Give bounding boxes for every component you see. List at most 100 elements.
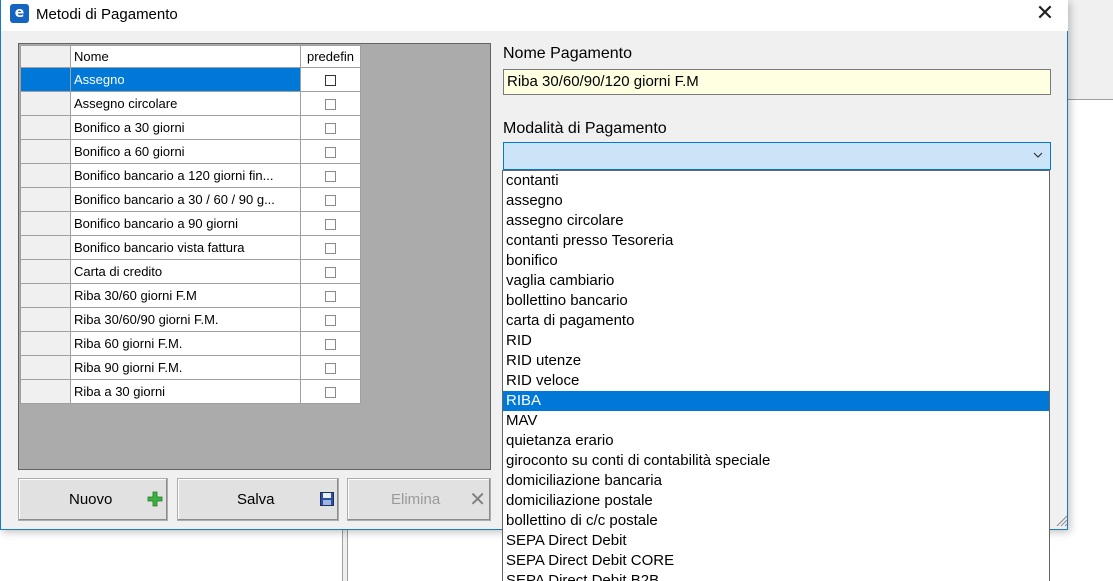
row-header[interactable] [20, 163, 71, 188]
default-checkbox[interactable] [325, 171, 336, 183]
default-checkbox[interactable] [325, 75, 336, 87]
dropdown-option[interactable]: RIBA [503, 391, 1049, 411]
default-checkbox[interactable] [325, 387, 336, 399]
close-button[interactable]: ✕ [1022, 0, 1068, 30]
payment-name-cell[interactable]: Riba 90 giorni F.M. [70, 355, 301, 380]
row-header[interactable] [20, 91, 71, 116]
payment-name-cell[interactable]: Bonifico a 60 giorni [70, 139, 301, 164]
table-row[interactable]: Bonifico bancario a 30 / 60 / 90 g... [20, 187, 361, 212]
dropdown-option[interactable]: bonifico [503, 251, 1049, 271]
payment-name-cell[interactable]: Riba 30/60 giorni F.M [70, 283, 301, 308]
payment-name-cell[interactable]: Bonifico bancario a 120 giorni fin... [70, 163, 301, 188]
payment-name-cell[interactable]: Bonifico bancario vista fattura [70, 235, 301, 260]
dropdown-option[interactable]: RID [503, 331, 1049, 351]
default-cell [300, 307, 361, 332]
default-checkbox[interactable] [325, 267, 336, 279]
row-header[interactable] [20, 307, 71, 332]
payment-name-cell[interactable]: Riba a 30 giorni [70, 379, 301, 404]
column-header-predefinito[interactable]: predefin [300, 45, 361, 68]
background-toolbar [1068, 0, 1113, 100]
default-cell [300, 283, 361, 308]
x-icon: ✕ [469, 487, 486, 511]
payment-name-input[interactable]: Riba 30/60/90/120 giorni F.M [503, 69, 1051, 95]
row-header[interactable] [20, 139, 71, 164]
dropdown-option[interactable]: SEPA Direct Debit B2B [503, 571, 1049, 581]
default-checkbox[interactable] [325, 147, 336, 159]
dropdown-option[interactable]: giroconto su conti di contabilità specia… [503, 451, 1049, 471]
dropdown-option[interactable]: SEPA Direct Debit CORE [503, 551, 1049, 571]
row-header[interactable] [20, 259, 71, 284]
dropdown-option[interactable]: RID veloce [503, 371, 1049, 391]
row-header[interactable] [20, 67, 71, 92]
default-checkbox[interactable] [325, 123, 336, 135]
table-row[interactable]: Bonifico a 60 giorni [20, 139, 361, 164]
table-row[interactable]: Carta di credito [20, 259, 361, 284]
default-cell [300, 235, 361, 260]
dropdown-option[interactable]: domiciliazione bancaria [503, 471, 1049, 491]
new-button[interactable]: Nuovo [18, 478, 168, 521]
payment-name-cell[interactable]: Carta di credito [70, 259, 301, 284]
dropdown-option[interactable]: RID utenze [503, 351, 1049, 371]
resize-grip-icon[interactable] [1054, 513, 1068, 527]
row-header[interactable] [20, 379, 71, 404]
payment-name-cell[interactable]: Bonifico a 30 giorni [70, 115, 301, 140]
dropdown-option[interactable]: contanti presso Tesoreria [503, 231, 1049, 251]
dropdown-option[interactable]: contanti [503, 171, 1049, 191]
table-row[interactable]: Bonifico bancario a 120 giorni fin... [20, 163, 361, 188]
column-header-nome[interactable]: Nome [70, 45, 301, 68]
payment-name-cell[interactable]: Bonifico bancario a 30 / 60 / 90 g... [70, 187, 301, 212]
dropdown-option[interactable]: SEPA Direct Debit [503, 531, 1049, 551]
default-cell [300, 379, 361, 404]
row-header[interactable] [20, 235, 71, 260]
payment-name-cell[interactable]: Assegno circolare [70, 91, 301, 116]
payment-mode-dropdown-list: contanti assegno assegno circolare contanti… [502, 170, 1050, 581]
row-header-corner[interactable] [20, 45, 71, 68]
title-bar[interactable]: e Metodi di Pagamento ✕ [1, 0, 1068, 31]
default-cell [300, 355, 361, 380]
default-checkbox[interactable] [325, 291, 336, 303]
default-checkbox[interactable] [325, 243, 336, 255]
default-checkbox[interactable] [325, 99, 336, 111]
table-row[interactable]: Riba 60 giorni F.M. [20, 331, 361, 356]
dropdown-option[interactable]: assegno [503, 191, 1049, 211]
row-header[interactable] [20, 331, 71, 356]
table-row[interactable]: Riba a 30 giorni [20, 379, 361, 404]
row-header[interactable] [20, 187, 71, 212]
default-checkbox[interactable] [325, 195, 336, 207]
table-row[interactable]: Bonifico a 30 giorni [20, 115, 361, 140]
dropdown-option[interactable]: MAV [503, 411, 1049, 431]
row-header[interactable] [20, 115, 71, 140]
table-row[interactable]: Bonifico bancario a 90 giorni [20, 211, 361, 236]
default-cell [300, 259, 361, 284]
table-row[interactable]: Riba 30/60/90 giorni F.M. [20, 307, 361, 332]
table-row[interactable]: Riba 30/60 giorni F.M [20, 283, 361, 308]
table-row[interactable]: Bonifico bancario vista fattura [20, 235, 361, 260]
default-checkbox[interactable] [325, 339, 336, 351]
table-row[interactable]: Assegno [20, 67, 361, 92]
default-checkbox[interactable] [325, 363, 336, 375]
payment-mode-select[interactable] [503, 142, 1051, 170]
payment-name-cell[interactable]: Bonifico bancario a 90 giorni [70, 211, 301, 236]
payment-name-cell[interactable]: Assegno [70, 67, 301, 92]
dropdown-option[interactable]: carta di pagamento [503, 311, 1049, 331]
dropdown-option[interactable]: bollettino bancario [503, 291, 1049, 311]
dropdown-option[interactable]: vaglia cambiario [503, 271, 1049, 291]
payment-name-cell[interactable]: Riba 30/60/90 giorni F.M. [70, 307, 301, 332]
default-checkbox[interactable] [325, 219, 336, 231]
payment-name-cell[interactable]: Riba 60 giorni F.M. [70, 331, 301, 356]
row-header[interactable] [20, 283, 71, 308]
save-button[interactable]: Salva [177, 478, 339, 521]
table-row[interactable]: Riba 90 giorni F.M. [20, 355, 361, 380]
green-plus-icon [147, 491, 163, 507]
row-header[interactable] [20, 355, 71, 380]
delete-button[interactable]: Elimina ✕ [347, 478, 491, 521]
background-splitter[interactable] [342, 528, 348, 581]
dropdown-option[interactable]: assegno circolare [503, 211, 1049, 231]
dropdown-option[interactable]: domiciliazione postale [503, 491, 1049, 511]
row-header[interactable] [20, 211, 71, 236]
window-title: Metodi di Pagamento [36, 6, 178, 23]
table-row[interactable]: Assegno circolare [20, 91, 361, 116]
dropdown-option[interactable]: quietanza erario [503, 431, 1049, 451]
default-checkbox[interactable] [325, 315, 336, 327]
dropdown-option[interactable]: bollettino di c/c postale [503, 511, 1049, 531]
